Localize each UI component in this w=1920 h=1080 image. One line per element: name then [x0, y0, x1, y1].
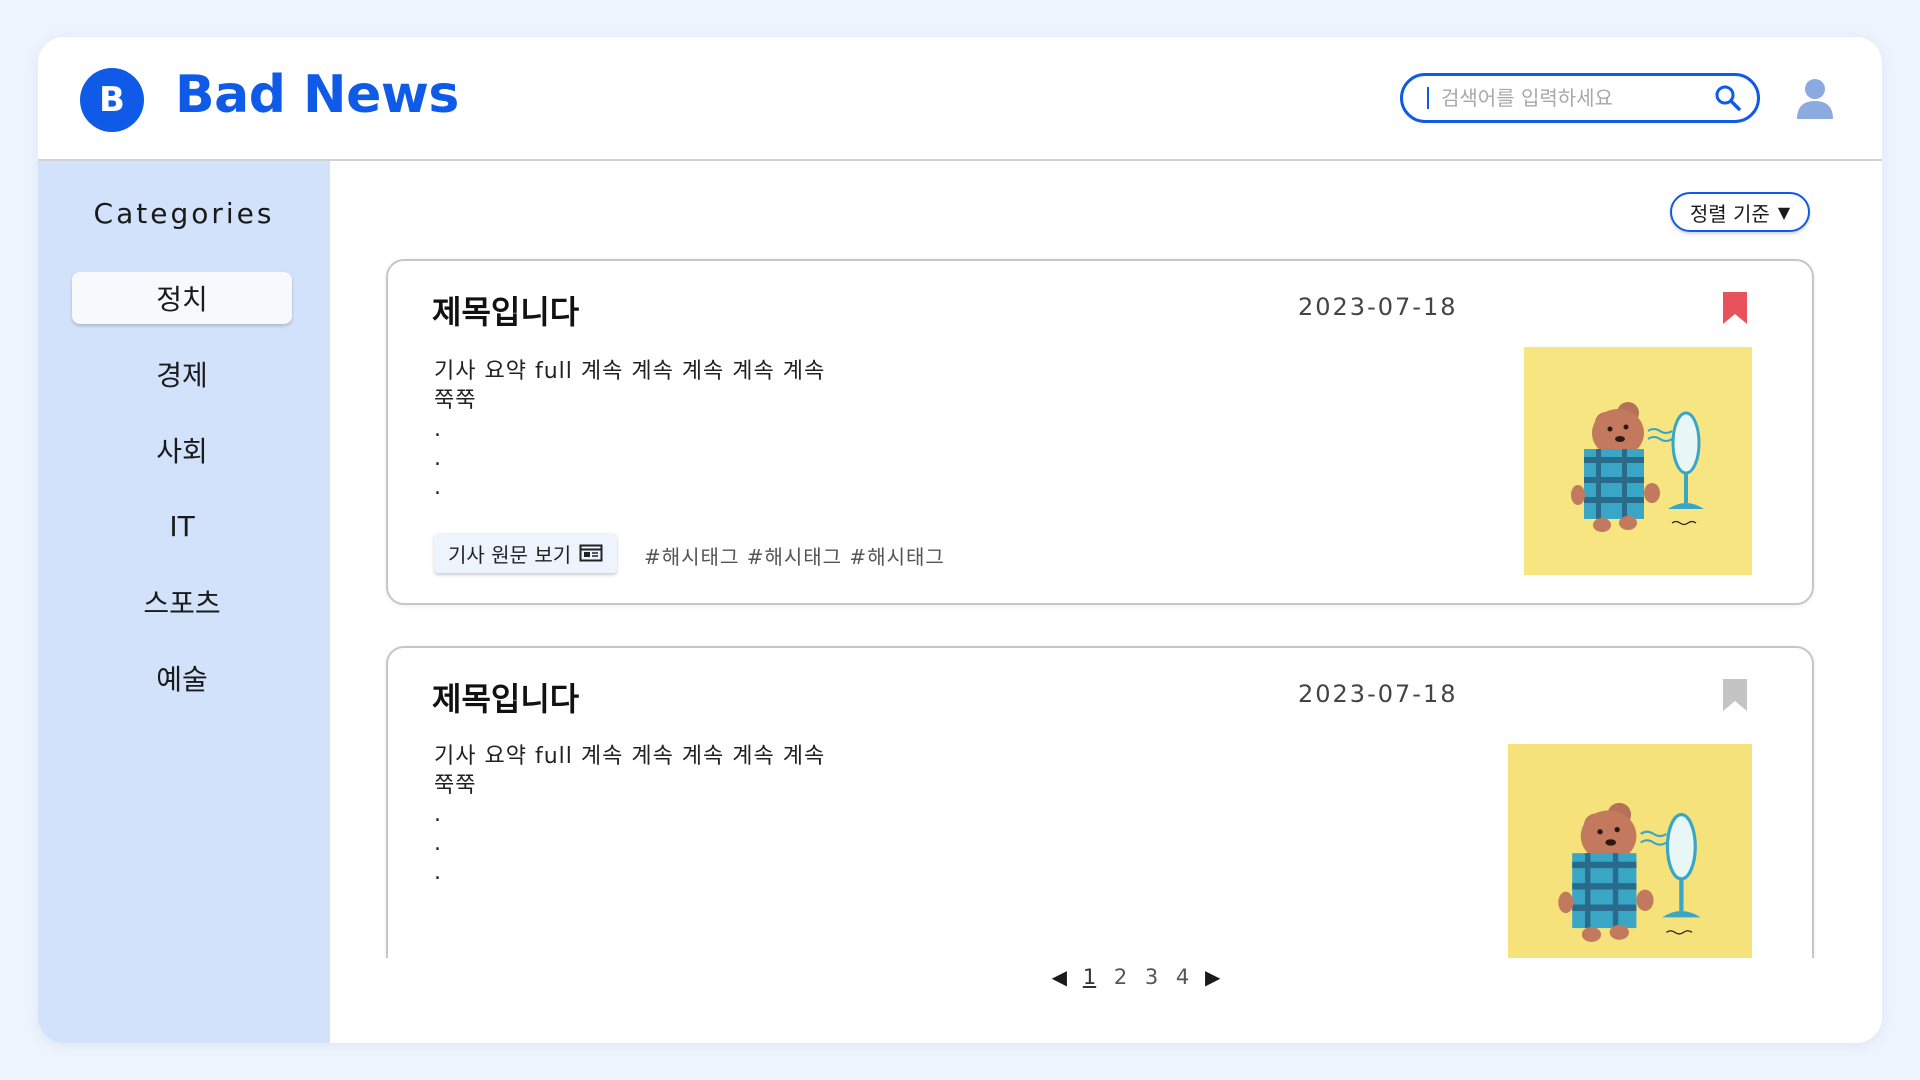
- browser-window-icon: [579, 544, 603, 562]
- article-date: 2023-07-18: [1298, 680, 1458, 708]
- bookmark-icon[interactable]: [1721, 291, 1749, 325]
- search-button[interactable]: [1711, 81, 1745, 115]
- article-date: 2023-07-18: [1298, 293, 1458, 321]
- article-card[interactable]: 제목입니다 2023-07-18 기사 요약 full 계속 계속 계속 계속 …: [386, 646, 1814, 958]
- logo-icon[interactable]: B: [80, 68, 144, 132]
- page-4[interactable]: 4: [1174, 965, 1191, 989]
- view-original-label: 기사 원문 보기: [448, 542, 572, 567]
- pagination: ◀ 1 2 3 4 ▶: [330, 957, 1882, 997]
- app-title[interactable]: Bad News: [175, 65, 459, 125]
- search-icon: [1715, 85, 1741, 111]
- page-2[interactable]: 2: [1112, 965, 1129, 989]
- category-economy[interactable]: 경제: [72, 348, 292, 400]
- category-it[interactable]: IT: [72, 500, 292, 552]
- prev-page-icon[interactable]: ◀: [1052, 965, 1067, 989]
- page-1[interactable]: 1: [1081, 965, 1098, 989]
- user-avatar-icon[interactable]: [1794, 77, 1836, 121]
- article-thumbnail[interactable]: [1508, 744, 1752, 958]
- category-sports[interactable]: 스포츠: [72, 576, 292, 628]
- page-3[interactable]: 3: [1143, 965, 1160, 989]
- category-sidebar: Categories 정치 경제 사회 IT 스포츠 예술: [38, 161, 330, 1043]
- category-arts[interactable]: 예술: [72, 652, 292, 704]
- text-cursor: [1427, 87, 1429, 109]
- article-summary: 기사 요약 full 계속 계속 계속 계속 계속 쭉쭉 . . .: [434, 744, 826, 885]
- article-feed[interactable]: 제목입니다 2023-07-18 기사 요약 full 계속 계속 계속 계속 …: [330, 161, 1882, 958]
- search-input[interactable]: [1441, 86, 1711, 110]
- main-content: 정렬 기준 ▼ 제목입니다 2023-07-18 기사 요약 full 계속 계…: [330, 161, 1882, 1043]
- category-society[interactable]: 사회: [72, 424, 292, 476]
- view-original-button[interactable]: 기사 원문 보기: [434, 533, 618, 573]
- article-summary: 기사 요약 full 계속 계속 계속 계속 계속 쭉쭉 . . .: [434, 359, 826, 500]
- search-bar[interactable]: [1400, 73, 1760, 123]
- category-politics[interactable]: 정치: [72, 272, 292, 324]
- article-title[interactable]: 제목입니다: [432, 287, 579, 333]
- article-card[interactable]: 제목입니다 2023-07-18 기사 요약 full 계속 계속 계속 계속 …: [386, 259, 1814, 605]
- app-window: B Bad News Categories 정치 경제 사회 IT 스포츠 예술: [38, 37, 1882, 1043]
- top-header: B Bad News: [38, 37, 1882, 161]
- bear-fan-illustration: [1524, 347, 1752, 575]
- article-hashtags[interactable]: #해시태그 #해시태그 #해시태그: [644, 541, 945, 570]
- article-thumbnail[interactable]: [1524, 347, 1752, 575]
- bookmark-icon[interactable]: [1721, 678, 1749, 712]
- article-title[interactable]: 제목입니다: [432, 674, 579, 720]
- bear-fan-illustration: [1508, 744, 1752, 958]
- next-page-icon[interactable]: ▶: [1205, 965, 1220, 989]
- sidebar-title: Categories: [93, 197, 275, 230]
